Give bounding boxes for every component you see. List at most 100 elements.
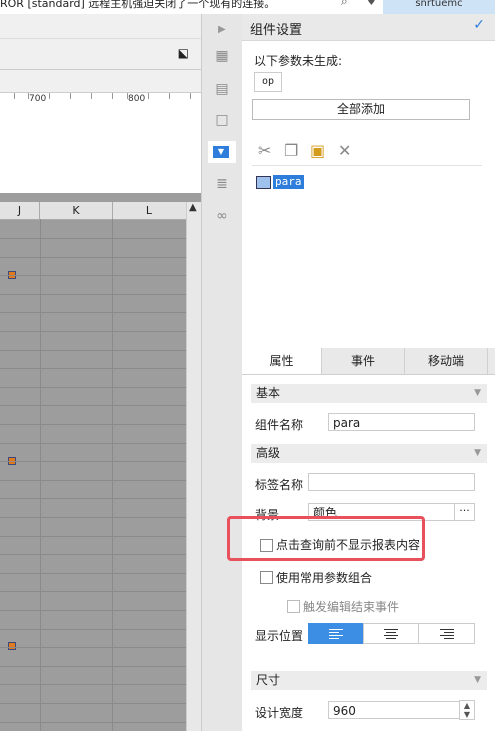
copy-icon[interactable]: ❐ [284,141,298,160]
grid-row-line [0,684,186,685]
align-center-button[interactable] [363,623,419,644]
grid-column-line [40,219,41,731]
grid-row-line [0,517,186,518]
ruler-tick [14,93,15,99]
missing-param-chip[interactable]: op [254,72,282,92]
grid-row-line [0,312,186,313]
connection-error-message: ROR [standard] 远程主机强迫关闭了一个现有的连接。 [0,0,276,10]
dropdown-widget-icon: ▼ [213,146,229,158]
stack-icon[interactable]: ≣ [213,175,231,193]
component-settings-tab[interactable]: ▼ [208,141,236,163]
select-cursor-icon[interactable]: ⬕ [178,46,189,60]
canvas-toolbar: ⬕ [0,38,201,70]
design-width-label: 设计宽度 [255,706,304,720]
column-header-j[interactable]: J [0,202,40,219]
layout-grid-icon[interactable]: ▦ [213,47,231,65]
no-report-checkbox[interactable] [260,539,273,552]
design-blank-area[interactable] [0,107,201,193]
grid-row-line [0,498,186,499]
ruler-tick [91,93,92,99]
chevron-down-icon: ▼ [474,675,481,685]
section-advanced[interactable]: 高级 ▼ [251,444,487,463]
frame-icon[interactable]: □ [213,111,231,129]
grid-row-line [0,610,186,611]
expand-arrow-icon[interactable]: ▶ [218,24,226,35]
tree-item-para[interactable]: para [256,174,336,192]
widget-settings-icon[interactable]: ▤ [213,80,231,98]
trigger-edit-label[interactable]: 触发编辑结束事件 [303,598,399,615]
component-name-input[interactable]: para [328,413,475,431]
bell-icon[interactable]: ♦ [366,0,377,8]
grid-row-line [0,554,186,555]
grid-row-line [0,387,186,388]
tag-name-input[interactable] [308,473,475,491]
grid-vertical-scrollbar[interactable]: ▲ [186,202,202,731]
grid-row-line [0,629,186,630]
column-header-l[interactable]: L [113,202,185,219]
component-name-label: 组件名称 [255,418,304,432]
section-size[interactable]: 尺寸 ▼ [251,671,487,690]
grid-row-line [0,480,186,481]
chevron-down-icon[interactable]: ▼ [460,710,474,719]
common-params-checkbox[interactable] [260,571,273,584]
chevron-up-icon[interactable]: ▲ [460,701,474,710]
no-report-label[interactable]: 点击查询前不显示报表内容 [276,536,420,553]
design-width-stepper[interactable]: ▲ ▼ [459,700,475,720]
tab-mobile[interactable]: 移动端 [405,348,488,374]
ruler-tick [49,93,50,99]
grid-row-line [0,238,186,239]
cell-marker [8,642,16,650]
display-position-label: 显示位置 [255,629,304,643]
ruler-label-800: 800 [128,94,146,104]
user-chip[interactable]: snrtuemc [383,0,495,14]
ruler-label-700: 700 [29,94,47,104]
grid-row-line [0,350,186,351]
component-tree [242,168,495,348]
section-size-title: 尺寸 [256,673,281,687]
grid-row-line [0,573,186,574]
section-advanced-title: 高级 [256,446,281,460]
design-width-input[interactable]: 960 [328,701,459,719]
column-header-row: J K L [0,202,186,220]
edit-toolbar: ✂ ❐ ▣ ✕ [252,141,482,166]
ruler-tick [70,93,71,99]
tab-events[interactable]: 事件 [322,348,405,374]
grid-row-line [0,461,186,462]
tab-properties[interactable]: 属性 [242,348,322,374]
grid-row-line [0,405,186,406]
paste-icon[interactable]: ▣ [310,141,325,160]
grid-column-line [112,219,113,731]
column-header-k[interactable]: K [40,202,113,219]
checkmark-icon[interactable]: ✓ [473,17,485,33]
grid-row-line [0,591,186,592]
report-grid[interactable] [0,193,201,731]
grid-row-line [0,536,186,537]
grid-row-line [0,368,186,369]
grid-row-line [0,257,186,258]
grid-row-line [0,443,186,444]
link-icon[interactable]: ∞ [213,207,231,225]
cut-icon[interactable]: ✂ [258,141,271,160]
missing-params-label: 以下参数未生成: [254,54,343,68]
trigger-edit-checkbox[interactable] [287,600,300,613]
background-more-button[interactable]: ··· [454,503,475,521]
tag-name-label: 标签名称 [255,478,304,492]
panel-title: 组件设置 [250,23,303,38]
align-left-button[interactable] [308,623,364,644]
add-all-button[interactable]: 全部添加 [252,99,470,120]
horizontal-ruler: 700 800 [0,92,201,108]
property-tabs: 属性 事件 移动端 [242,348,495,375]
scroll-up-icon[interactable]: ▲ [189,202,197,213]
delete-icon[interactable]: ✕ [338,141,351,160]
search-icon[interactable]: ⌕ [341,0,348,9]
common-params-label[interactable]: 使用常用参数组合 [276,569,372,586]
section-basic[interactable]: 基本 ▼ [251,384,487,403]
align-left-icon [329,627,343,641]
top-status-bar: ROR [standard] 远程主机强迫关闭了一个现有的连接。 ⌕ ♦ snr… [0,0,495,14]
align-center-icon [384,627,398,641]
side-icon-strip: ▶ ▦ ▤ □ ▼ ≣ ∞ [201,14,244,731]
grid-row-line [0,331,186,332]
ruler-tick [112,93,113,99]
grid-row-line [0,722,186,723]
align-right-button[interactable] [418,623,475,644]
